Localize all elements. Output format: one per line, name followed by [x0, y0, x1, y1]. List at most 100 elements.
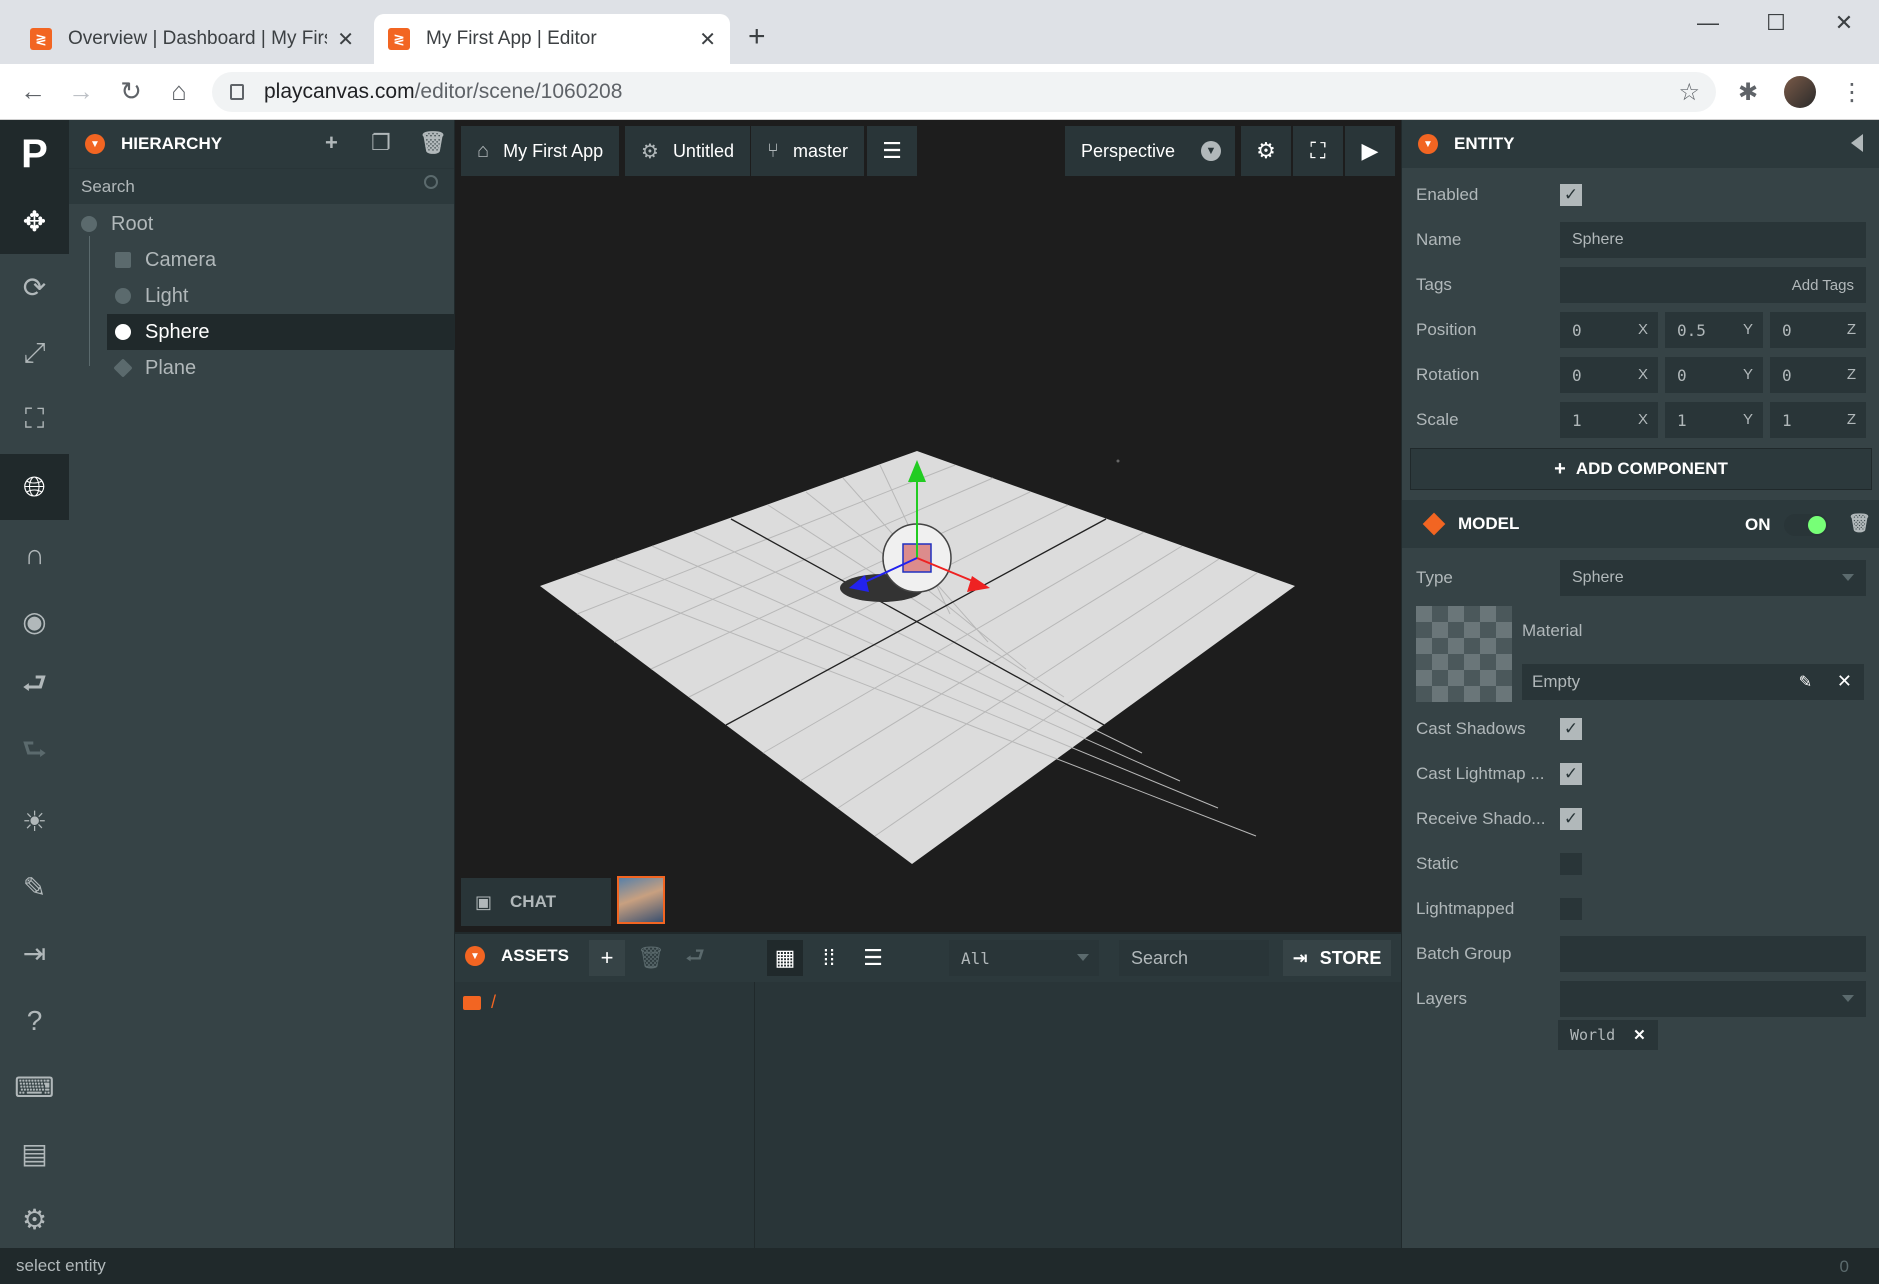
comments-icon[interactable]: ▤	[0, 1120, 69, 1186]
reload-icon[interactable]: ↻	[114, 76, 148, 107]
new-tab-icon[interactable]: +	[748, 20, 766, 54]
minimize-icon[interactable]: —	[1688, 10, 1728, 36]
asset-folders-tree: /	[455, 982, 755, 1250]
cast-lightmap-checkbox[interactable]: ✓	[1560, 763, 1582, 785]
collapse-icon[interactable]: ▼	[465, 946, 485, 966]
asset-search-input[interactable]: Search	[1119, 940, 1269, 976]
list-icon[interactable]: ☰	[867, 126, 917, 176]
add-entity-icon[interactable]: +	[325, 130, 338, 156]
position-y-input[interactable]: 0.5 Y	[1665, 312, 1763, 348]
chat-panel[interactable]: ▣ CHAT	[461, 878, 611, 926]
profile-avatar[interactable]	[1784, 76, 1816, 108]
maximize-icon[interactable]: ☐	[1756, 10, 1796, 36]
tree-item-light[interactable]: Light	[69, 278, 454, 314]
scene-viewport[interactable]: ⌂ My First App ⚙ Untitled ⑂ master ☰ Per…	[455, 120, 1401, 932]
tree-item-root[interactable]: Root	[69, 206, 454, 242]
edit-pencil-icon[interactable]: ✎	[1799, 672, 1812, 692]
undo-icon[interactable]: ⮐	[0, 654, 69, 720]
viewport-settings-icon[interactable]: ⚙	[1241, 126, 1291, 176]
asset-back-icon[interactable]: ⮐	[677, 940, 713, 976]
collapse-icon[interactable]: ▼	[1418, 134, 1438, 154]
close-window-icon[interactable]: ✕	[1824, 10, 1864, 36]
close-icon[interactable]: ✕	[699, 27, 716, 52]
position-x-input[interactable]: 0X	[1560, 312, 1658, 348]
settings-icon[interactable]: ⚙	[0, 1186, 69, 1252]
launch-play-icon[interactable]: ▶	[1345, 126, 1395, 176]
scale-z-input[interactable]: 1Z	[1770, 402, 1866, 438]
material-input[interactable]: Empty ✎ ✕	[1522, 664, 1864, 700]
duplicate-icon[interactable]: ❐	[371, 130, 391, 156]
focus-icon[interactable]: ◉	[0, 588, 69, 654]
delete-component-icon[interactable]: 🗑︎	[1848, 513, 1871, 534]
bookmark-star-icon[interactable]: ☆	[1678, 78, 1700, 107]
cast-shadows-checkbox[interactable]: ✓	[1560, 718, 1582, 740]
scale-icon[interactable]: ⤢	[0, 320, 69, 386]
add-component-button[interactable]: + ADD COMPONENT	[1410, 448, 1872, 490]
keyboard-icon[interactable]: ⌨	[0, 1054, 69, 1120]
branch-button[interactable]: ⑂ master	[751, 126, 865, 176]
bake-icon[interactable]: ☀	[0, 788, 69, 854]
tree-item-camera[interactable]: Camera	[69, 242, 454, 278]
back-icon[interactable]: ←	[16, 76, 50, 107]
scene-settings-button[interactable]: ⚙ Untitled	[625, 126, 750, 176]
model-type-select[interactable]: Sphere	[1560, 560, 1866, 596]
user-avatar[interactable]	[617, 876, 665, 924]
resize-icon[interactable]: ⛶	[0, 386, 69, 452]
rotation-x-input[interactable]: 0X	[1560, 357, 1658, 393]
name-input[interactable]: Sphere	[1560, 222, 1866, 258]
clear-icon[interactable]: ✕	[1837, 671, 1852, 692]
delete-asset-icon[interactable]: 🗑︎	[633, 940, 669, 976]
forward-icon[interactable]: →	[64, 76, 98, 107]
folder-root[interactable]: /	[463, 992, 496, 1013]
scale-y-input[interactable]: 1Y	[1665, 402, 1763, 438]
enabled-checkbox[interactable]: ✓	[1560, 184, 1582, 206]
tags-input[interactable]: Add Tags	[1560, 267, 1866, 303]
scene-render[interactable]	[455, 120, 1401, 932]
layers-select[interactable]	[1560, 981, 1866, 1017]
collapse-icon[interactable]: ▼	[85, 134, 105, 154]
collapse-panel-icon[interactable]	[1851, 134, 1863, 152]
project-button[interactable]: ⌂ My First App	[461, 126, 620, 176]
close-icon[interactable]: ✕	[337, 27, 354, 52]
batch-group-select[interactable]	[1560, 936, 1866, 972]
receive-shadows-checkbox[interactable]: ✓	[1560, 808, 1582, 830]
browser-tab-editor[interactable]: ≷ My First App | Editor ✕	[374, 14, 730, 64]
tree-item-plane[interactable]: Plane	[69, 350, 454, 386]
delete-icon[interactable]: 🗑︎	[419, 130, 447, 156]
camera-select[interactable]: Perspective ▼	[1065, 126, 1235, 176]
static-checkbox[interactable]	[1560, 853, 1582, 875]
model-enable-toggle[interactable]	[1784, 514, 1828, 536]
code-icon[interactable]: ✎	[0, 854, 69, 920]
fullscreen-icon[interactable]: ⛶	[1293, 126, 1343, 176]
url-input[interactable]: playcanvas.com/editor/scene/1060208 ☆	[212, 72, 1716, 112]
asset-filter-select[interactable]: All	[949, 940, 1099, 976]
playcanvas-logo-icon[interactable]: P	[0, 120, 69, 188]
grid-small-icon[interactable]: ⁞⁞	[811, 940, 847, 976]
home-icon[interactable]: ⌂	[162, 76, 196, 107]
extensions-icon[interactable]: ✱	[1738, 78, 1758, 107]
rotate-icon[interactable]: ⟳	[0, 254, 69, 320]
world-icon[interactable]: 🌐︎	[0, 454, 69, 520]
name-label: Name	[1416, 230, 1462, 249]
list-view-icon[interactable]: ☰	[855, 940, 891, 976]
position-z-input[interactable]: 0Z	[1770, 312, 1866, 348]
snap-icon[interactable]: ∩	[0, 522, 69, 588]
scale-x-input[interactable]: 1X	[1560, 402, 1658, 438]
move-icon[interactable]: ✥	[0, 188, 69, 254]
menu-kebab-icon[interactable]: ⋮	[1840, 78, 1864, 107]
tree-item-sphere[interactable]: Sphere	[107, 314, 454, 350]
publish-icon[interactable]: ⇥	[0, 920, 69, 986]
hierarchy-search-input[interactable]: Search	[69, 168, 454, 204]
lightmapped-checkbox[interactable]	[1560, 898, 1582, 920]
grid-large-icon[interactable]: ▦	[767, 940, 803, 976]
rotation-y-input[interactable]: 0Y	[1665, 357, 1763, 393]
help-icon[interactable]: ?	[0, 988, 69, 1054]
static-row: Static	[1416, 845, 1866, 883]
material-thumbnail[interactable]	[1416, 606, 1512, 702]
store-button[interactable]: ⇥ STORE	[1283, 940, 1391, 976]
remove-layer-icon[interactable]: ✕	[1633, 1026, 1646, 1044]
rotation-z-input[interactable]: 0Z	[1770, 357, 1866, 393]
browser-tab-dashboard[interactable]: ≷ Overview | Dashboard | My First App ✕	[16, 14, 368, 64]
add-asset-icon[interactable]: +	[589, 940, 625, 976]
redo-icon[interactable]: ⮑	[0, 720, 69, 786]
